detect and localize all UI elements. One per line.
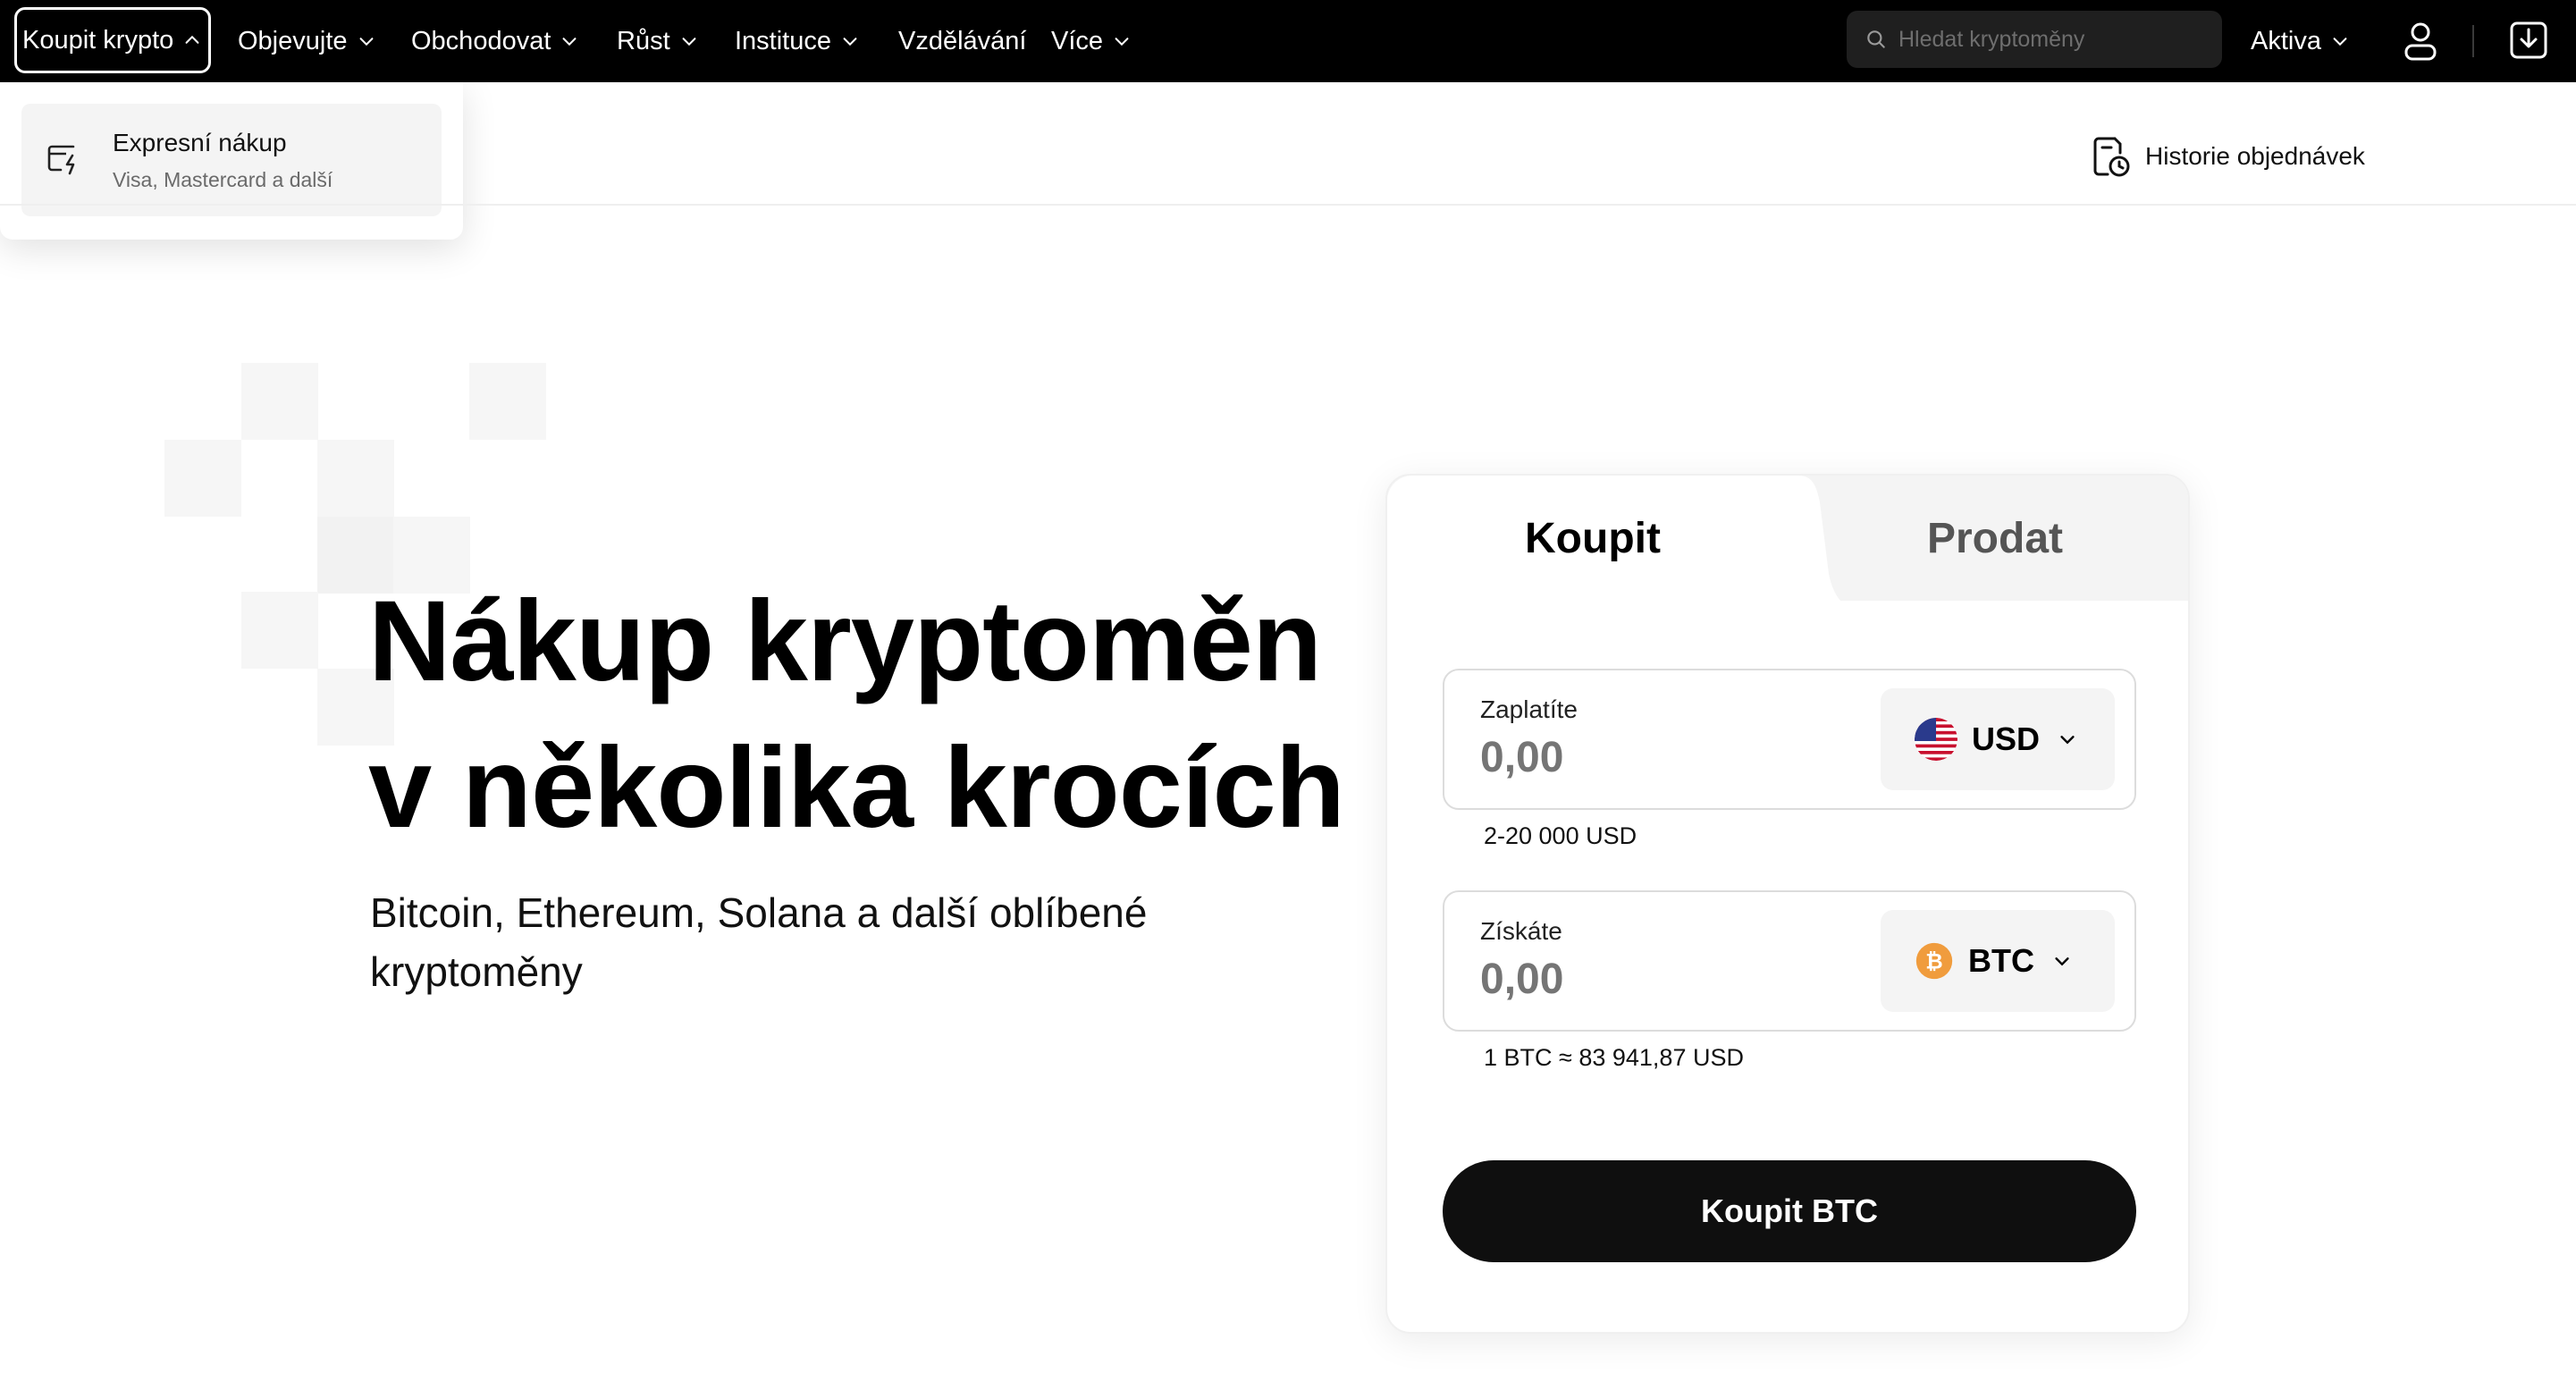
decorative-square — [241, 363, 318, 440]
chevron-down-icon — [843, 38, 857, 46]
pay-currency-select[interactable]: USD — [1881, 688, 2115, 790]
nav-item-grow[interactable]: Růst — [617, 0, 699, 82]
order-history-link[interactable]: Historie objednávek — [2092, 132, 2365, 181]
chevron-down-icon — [2060, 736, 2075, 745]
nav-item-more[interactable]: Více — [1051, 0, 1132, 82]
chevron-down-icon — [562, 38, 577, 46]
buy-btc-button[interactable]: Koupit BTC — [1443, 1160, 2136, 1262]
search-input[interactable] — [1898, 26, 2202, 53]
order-history-label: Historie objednávek — [2145, 142, 2365, 170]
chevron-down-icon — [359, 38, 373, 46]
us-flag-icon — [1915, 718, 1957, 761]
chevron-down-icon — [682, 38, 696, 46]
hero-subtitle: Bitcoin, Ethereum, Solana a další oblíbe… — [370, 889, 1148, 995]
receive-currency-select[interactable]: ₿ BTC — [1881, 910, 2115, 1012]
nav-item-label: Vzdělávání — [898, 26, 1027, 55]
nav-item-explore[interactable]: Objevujte — [238, 0, 376, 82]
nav-item-label: Růst — [617, 26, 670, 55]
decorative-square — [241, 592, 318, 669]
pay-currency-label: USD — [1972, 720, 2041, 757]
tab-sell[interactable]: Prodat — [1798, 476, 2188, 601]
download-icon[interactable] — [2508, 20, 2549, 61]
pay-label: Zaplatíte — [1480, 695, 1578, 723]
chevron-down-icon — [2055, 957, 2069, 966]
nav-item-label: Instituce — [735, 26, 831, 55]
search-icon — [1867, 30, 1885, 48]
hero-title: Nákup kryptoměn v několika krocích — [368, 569, 1345, 862]
nav-item-label: Koupit krypto — [22, 25, 174, 55]
receive-amount-input[interactable] — [1480, 955, 1838, 1004]
buy-crypto-dropdown: Expresní nákup Visa, Mastercard a další — [0, 82, 463, 240]
nav-item-buy-crypto[interactable]: Koupit krypto — [14, 7, 211, 73]
dropdown-item-express-buy[interactable]: Expresní nákup Visa, Mastercard a další — [21, 104, 442, 216]
nav-item-institutions[interactable]: Instituce — [735, 0, 860, 82]
receive-label: Získáte — [1480, 917, 1562, 945]
order-history-icon — [2093, 137, 2130, 177]
decorative-square — [164, 440, 241, 517]
nav-item-learn[interactable]: Vzdělávání — [898, 0, 1027, 82]
user-icon[interactable] — [2401, 20, 2440, 63]
nav-item-label: Více — [1051, 26, 1104, 55]
subheader-divider — [0, 204, 2576, 206]
exchange-rate-note: 1 BTC ≈ 83 941,87 USD — [1484, 1044, 1744, 1071]
pay-field[interactable]: Zaplatíte 0,00 USD — [1443, 669, 2136, 810]
pay-amount-input[interactable] — [1480, 733, 1838, 782]
chevron-down-icon — [2333, 38, 2347, 46]
receive-currency-label: BTC — [1968, 942, 2034, 979]
svg-text:₿: ₿ — [1925, 948, 1942, 973]
pay-limit-note: 2-20 000 USD — [1484, 822, 1637, 849]
decorative-square — [317, 440, 394, 517]
card-lightning-icon — [47, 145, 75, 175]
receive-field[interactable]: Získáte ₿ BTC — [1443, 890, 2136, 1032]
chevron-down-icon — [1115, 38, 1129, 46]
search-box[interactable] — [1847, 11, 2222, 68]
nav-item-label: Aktiva — [2251, 26, 2321, 55]
decorative-square — [469, 363, 546, 440]
hero-title-line: v několika krocích — [368, 724, 1345, 852]
top-nav: Koupit krypto Objevujte Obchodovat Růst … — [0, 0, 2576, 82]
nav-divider — [2472, 25, 2474, 57]
hero-title-line: Nákup kryptoměn — [368, 577, 1322, 705]
trade-card: Koupit Prodat Zaplatíte 0,00 USD 2-20 00… — [1385, 474, 2190, 1334]
chevron-up-icon — [185, 35, 199, 44]
nav-item-label: Obchodovat — [411, 26, 551, 55]
dropdown-item-title: Expresní nákup — [113, 129, 287, 156]
nav-item-assets[interactable]: Aktiva — [2251, 0, 2350, 82]
nav-item-label: Objevujte — [238, 26, 348, 55]
bitcoin-icon: ₿ — [1915, 942, 1953, 980]
page: Koupit krypto Objevujte Obchodovat Růst … — [0, 0, 2576, 1382]
tab-buy[interactable]: Koupit — [1387, 476, 1798, 601]
dropdown-item-subtitle: Visa, Mastercard a další — [113, 168, 333, 191]
nav-item-trade[interactable]: Obchodovat — [411, 0, 579, 82]
